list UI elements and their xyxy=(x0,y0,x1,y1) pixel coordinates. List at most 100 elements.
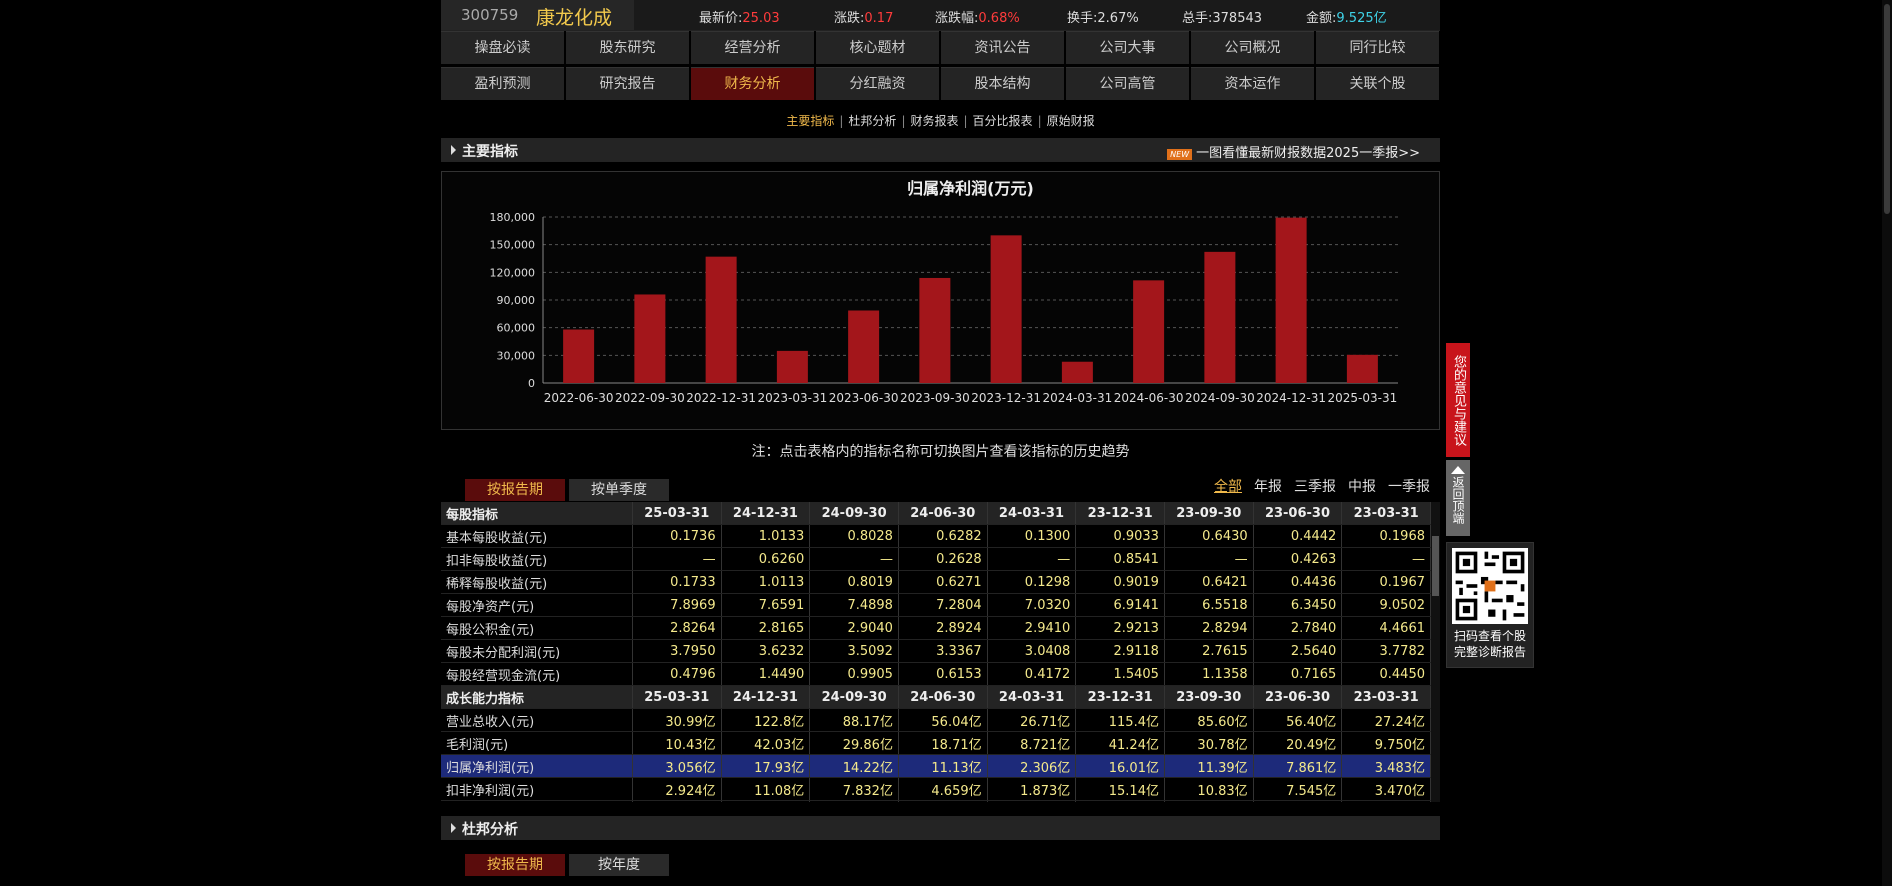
table-scroll-thumb[interactable] xyxy=(1432,536,1439,596)
table-cell: 88.17亿 xyxy=(809,708,899,732)
nav-item[interactable]: 公司大事 xyxy=(1066,31,1189,64)
page-scrollbar[interactable] xyxy=(1882,0,1892,886)
indicator-name[interactable]: 每股净资产(元) xyxy=(441,593,633,617)
subnav-link[interactable]: 原始财报 xyxy=(1047,114,1095,128)
table-cell: 0.6421 xyxy=(1164,570,1254,594)
qr-caption: 扫码查看个股 完整诊断报告 xyxy=(1453,629,1526,659)
page-scroll-thumb[interactable] xyxy=(1884,4,1890,214)
table-cell: 0.6282 xyxy=(898,524,988,548)
divider: | xyxy=(901,114,906,128)
chart-note: 注：点击表格内的指标名称可切换图片查看该指标的历史趋势 xyxy=(751,444,1130,460)
nav-item[interactable]: 资本运作 xyxy=(1191,67,1314,100)
x-tick-label: 2022-06-30 xyxy=(544,391,614,405)
indicator-name[interactable]: 每股经营现金流(元) xyxy=(441,662,633,686)
nav-item[interactable]: 公司概况 xyxy=(1191,31,1314,64)
nav-item[interactable]: 分红融资 xyxy=(816,67,939,100)
nav-item[interactable]: 经营分析 xyxy=(691,31,814,64)
indicator-name[interactable]: 每股公积金(元) xyxy=(441,616,633,640)
table-cell: 17.93亿 xyxy=(721,754,811,778)
subnav-link[interactable]: 主要指标 xyxy=(786,114,834,128)
back-to-top-button[interactable]: 返回顶端 xyxy=(1446,460,1470,536)
quote-change: 涨跌:0.17 xyxy=(834,11,894,26)
table-cell: 2.8165 xyxy=(721,616,811,640)
table-cell: 2.8924 xyxy=(898,616,988,640)
indicator-name[interactable]: 扣非净利润(元) xyxy=(441,777,633,801)
table-row: 扣非每股收益(元) —0.6260—0.2628—0.8541—0.4263— xyxy=(441,547,1431,571)
date-header: 23-12-31 xyxy=(1075,685,1165,709)
table-cell: 6.39 xyxy=(721,800,811,802)
subnav-link[interactable]: 百分比报表 xyxy=(973,114,1033,128)
table-cell: — xyxy=(987,547,1077,571)
indicator-name[interactable]: 基本每股收益(元) xyxy=(441,524,633,548)
table-cell: 1.4490 xyxy=(721,662,811,686)
period-option[interactable]: 中报 xyxy=(1348,479,1376,495)
x-tick-label: 2023-12-31 xyxy=(971,391,1041,405)
indicator-name[interactable]: 毛利润(元) xyxy=(441,731,633,755)
nav-item[interactable]: 盈利预测 xyxy=(441,67,564,100)
latest-report-link[interactable]: NEW 一图看懂最新财报数据2025一季报>> xyxy=(1167,142,1420,161)
table-cell: 0.4172 xyxy=(987,662,1077,686)
indicator-name[interactable]: 归属净利润(元) xyxy=(441,754,633,778)
divider: | xyxy=(1037,114,1042,128)
table-cell: 0.9033 xyxy=(1075,524,1165,548)
table-cell: 16.03 xyxy=(632,800,722,802)
table-cell: 85.60亿 xyxy=(1164,708,1254,732)
nav-item[interactable]: 操盘必读 xyxy=(441,31,564,64)
tab[interactable]: 按单季度 xyxy=(569,479,669,501)
tab[interactable]: 按年度 xyxy=(569,854,669,876)
table-cell: 0.1298 xyxy=(987,570,1077,594)
subnav-link[interactable]: 杜邦分析 xyxy=(848,114,896,128)
table-cell: 11.08亿 xyxy=(721,777,811,801)
table-cell: 0.1300 xyxy=(987,524,1077,548)
section-header-dupont: 杜邦分析 xyxy=(441,816,1440,840)
period-option[interactable]: 三季报 xyxy=(1294,479,1336,495)
table-row: 基本每股收益(元) 0.1736 1.0133 0.8028 0.6282 0.1300 0… xyxy=(441,524,1431,548)
table-cell: 2.8264 xyxy=(632,616,722,640)
table-cell: — xyxy=(809,547,899,571)
subnav-link[interactable]: 财务报表 xyxy=(910,114,958,128)
nav-item[interactable]: 财务分析 xyxy=(691,67,814,100)
table-cell: 2.9213 xyxy=(1075,616,1165,640)
feedback-button[interactable]: 您的意见与建议 xyxy=(1446,343,1470,457)
table-cell: 0.1736 xyxy=(632,524,722,548)
table-cell: 3.3367 xyxy=(898,639,988,663)
indicator-name[interactable]: 营业总收入同比增长(%) xyxy=(441,800,633,802)
nav-item[interactable]: 股东研究 xyxy=(566,31,689,64)
section-header-main: 主要指标 NEW 一图看懂最新财报数据2025一季报>> xyxy=(441,138,1440,162)
table-cell: 3.6232 xyxy=(721,639,811,663)
table-cell: 9.750亿 xyxy=(1341,731,1431,755)
table-cell: 115.4亿 xyxy=(1075,708,1165,732)
table-cell: 27.24亿 xyxy=(1341,708,1431,732)
nav-item[interactable]: 关联个股 xyxy=(1316,67,1439,100)
tab[interactable]: 按报告期 xyxy=(465,479,565,501)
indicator-name[interactable]: 扣非每股收益(元) xyxy=(441,547,633,571)
table-scrollbar[interactable] xyxy=(1431,502,1440,802)
period-option[interactable]: 一季报 xyxy=(1388,479,1430,495)
table-cell: 2.9040 xyxy=(809,616,899,640)
date-header: 24-09-30 xyxy=(809,685,899,709)
table-cell: 7.4898 xyxy=(809,593,899,617)
quote-price: 最新价:25.03 xyxy=(699,11,780,26)
period-option[interactable]: 全部 xyxy=(1214,479,1242,495)
period-option[interactable]: 年报 xyxy=(1254,479,1282,495)
tab[interactable]: 按报告期 xyxy=(465,854,565,876)
nav-item[interactable]: 同行比较 xyxy=(1316,31,1439,64)
chart-bar xyxy=(705,256,737,383)
qr-card[interactable]: 扫码查看个股 完整诊断报告 xyxy=(1446,542,1534,668)
new-badge: NEW xyxy=(1167,149,1193,160)
nav-row-2: 盈利预测 研究报告 财务分析 分红融资 股本结构 公司高管 资本运作 关联个股 xyxy=(441,67,1440,100)
table-cell: 6.5518 xyxy=(1164,593,1254,617)
nav-item[interactable]: 研究报告 xyxy=(566,67,689,100)
indicator-name[interactable]: 每股未分配利润(元) xyxy=(441,639,633,663)
table-cell: 0.4442 xyxy=(1253,524,1343,548)
table-row: 归属净利润(元) 3.056亿 17.93亿 14.22亿 11.13亿 2.306亿 16… xyxy=(441,754,1431,778)
table-cell: 2.5640 xyxy=(1253,639,1343,663)
indicator-name[interactable]: 稀释每股收益(元) xyxy=(441,570,633,594)
nav-item[interactable]: 公司高管 xyxy=(1066,67,1189,100)
nav-item[interactable]: 资讯公告 xyxy=(941,31,1064,64)
arrow-up-icon xyxy=(1451,466,1465,474)
nav-item[interactable]: 核心题材 xyxy=(816,31,939,64)
indicator-name[interactable]: 营业总收入(元) xyxy=(441,708,633,732)
nav-item[interactable]: 股本结构 xyxy=(941,67,1064,100)
table-header-row: 成长能力指标 25-03-31 24-12-31 24-09-30 24-06-30 24… xyxy=(441,685,1431,709)
